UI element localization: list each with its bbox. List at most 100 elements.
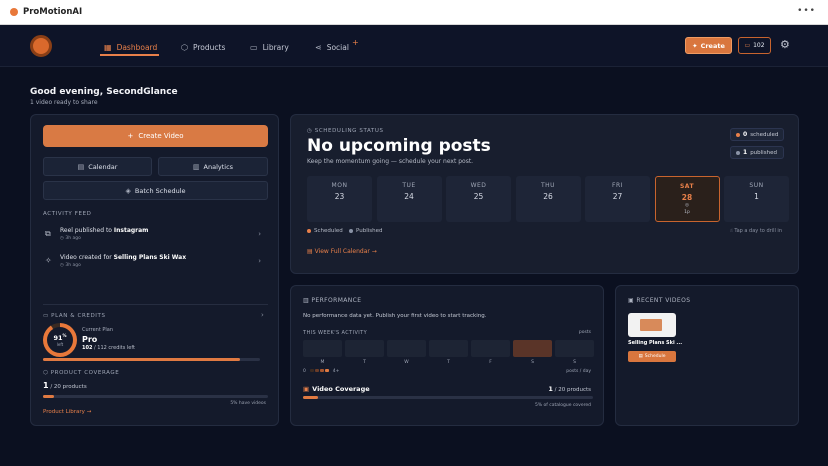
external-link-icon: ⧉ (45, 229, 51, 238)
credits-left-label: left (56, 342, 64, 348)
nav-social[interactable]: ⋖ Social (315, 40, 349, 54)
day-cell-sun[interactable]: SUN 1 (724, 176, 789, 222)
video-coverage-count: 1 / 20 products (548, 385, 591, 393)
activity-scale: 0 4+ (303, 369, 340, 374)
ellipsis-icon[interactable]: ••• (797, 6, 816, 16)
share-icon: ⋖ (315, 42, 322, 52)
activity-day-bar (345, 340, 384, 357)
activity-day-label: F (489, 360, 492, 365)
activity-day-bar (513, 340, 552, 357)
layers-icon: ◈ (125, 186, 131, 195)
day-number: 27 (612, 192, 623, 201)
day-cell-mon[interactable]: MON 23 (307, 176, 372, 222)
activity-day-bar (471, 340, 510, 357)
posts-per-day-label: posts / day (566, 369, 591, 374)
create-video-button[interactable]: + Create Video (43, 125, 268, 147)
video-coverage-progress (303, 396, 593, 399)
activity-day-bar (429, 340, 468, 357)
nav-library[interactable]: ▭ Library (250, 40, 289, 54)
credits-ring: 91% left (43, 323, 77, 357)
video-title: Selling Plans Ski ... (628, 340, 683, 346)
day-name: WED (470, 182, 487, 189)
recent-videos-title: ▣ RECENT VIDEOS (628, 297, 691, 304)
day-cell-tue[interactable]: TUE 24 (376, 176, 442, 222)
coverage-progress (43, 395, 268, 398)
performance-message: No performance data yet. Publish your fi… (303, 313, 487, 319)
create-video-label: Create Video (138, 132, 184, 140)
week-activity-label: THIS WEEK'S ACTIVITY (303, 330, 368, 336)
product-coverage-title: ⬡ PRODUCT COVERAGE (43, 370, 120, 376)
posts-label: posts (578, 330, 591, 335)
credits-badge[interactable]: ▭ 102 (738, 37, 771, 54)
activity-day-label: W (404, 360, 409, 365)
nav-products[interactable]: ⬡ Products (181, 40, 225, 54)
activity-feed-title: ACTIVITY FEED (43, 211, 92, 217)
performance-title: ▥ PERFORMANCE (303, 297, 362, 304)
recent-videos-card: ▣ RECENT VIDEOS Selling Plans Ski ... ▤ S… (615, 285, 799, 426)
day-cell-thu[interactable]: THU 26 (515, 176, 581, 222)
box-icon: ⬡ (181, 42, 188, 52)
day-cell-sat[interactable]: SAT 28 ◎ 1p (654, 176, 720, 222)
grid-icon: ▦ (104, 42, 112, 52)
view-full-calendar-link[interactable]: ▤ View Full Calendar → (307, 248, 377, 255)
day-name: SUN (749, 182, 764, 189)
activity-day-label: S (573, 360, 576, 365)
day-cell-fri[interactable]: FRI 27 (585, 176, 650, 222)
activity-day-label: T (447, 360, 450, 365)
gear-icon[interactable]: ⚙ (780, 38, 790, 51)
calendar-icon: ▤ (638, 354, 643, 359)
day-cell-wed[interactable]: WED 25 (446, 176, 511, 222)
activity-day-label: S (531, 360, 534, 365)
plan-credits: 102 / 112 credits left (82, 345, 136, 351)
day-indicator: ◎ (685, 203, 689, 208)
sparkle-video-icon: ✧ (45, 256, 52, 265)
card-icon: ▭ (744, 42, 751, 49)
scheduled-dot (736, 132, 740, 137)
day-number: 24 (404, 192, 414, 201)
credits-progress (43, 358, 260, 361)
batch-schedule-button[interactable]: ◈ Batch Schedule (43, 181, 268, 200)
nav-library-label: Library (262, 42, 289, 52)
video-thumbnail[interactable] (628, 313, 676, 337)
sparkle-icon: + (352, 38, 359, 47)
box-icon: ⬡ (43, 370, 51, 376)
scheduling-title: No upcoming posts (307, 136, 491, 156)
tap-hint: ☝ Tap a day to drill in (729, 228, 782, 234)
calendar-icon: ▤ (77, 162, 85, 171)
brand-logo-icon[interactable] (30, 35, 52, 57)
scheduling-subtitle: Keep the momentum going — schedule your … (307, 158, 474, 165)
analytics-label: Analytics (203, 162, 234, 171)
activity-text: Video created for Selling Plans Ski Wax (60, 254, 187, 261)
schedule-button[interactable]: ▤ Schedule (628, 351, 676, 362)
bar-chart-icon: ▥ (192, 162, 200, 171)
day-name: FRI (612, 182, 623, 189)
performance-card: ▥ PERFORMANCE No performance data yet. P… (290, 285, 604, 426)
create-button[interactable]: ✦ Create (685, 37, 732, 54)
nav-dashboard[interactable]: ▦ Dashboard (104, 40, 157, 54)
day-number: 1 (754, 192, 759, 201)
coverage-count: 1 / 20 products (43, 381, 87, 390)
activity-day-bar (387, 340, 426, 357)
scheduled-stat: 0 scheduled (730, 128, 784, 141)
analytics-button[interactable]: ▥ Analytics (158, 157, 268, 176)
day-name: TUE (402, 182, 416, 189)
greeting-title: Good evening, SecondGlance (30, 87, 178, 97)
activity-day-label: M (320, 360, 325, 365)
activity-item[interactable]: ✧ Video created for Selling Plans Ski Wa… (45, 254, 267, 276)
calendar-button[interactable]: ▤ Calendar (43, 157, 152, 176)
plan-credits-title[interactable]: ▭ PLAN & CREDITS (43, 313, 106, 319)
chevron-right-icon[interactable]: › (261, 311, 272, 319)
activity-day-label: T (363, 360, 366, 365)
product-library-link[interactable]: Product Library → (43, 409, 91, 415)
window-titlebar: ProMotionAI ••• (0, 0, 828, 25)
nav-dashboard-label: Dashboard (116, 42, 158, 52)
day-name: THU (540, 182, 556, 189)
quick-actions-card: + Create Video ▤ Calendar ▥ Analytics ◈ … (30, 114, 279, 426)
activity-time: ◷ 3h ago (60, 263, 81, 268)
chevron-right-icon: › (258, 257, 261, 265)
activity-item[interactable]: ⧉ Reel published to Instagram ◷ 3h ago › (45, 227, 267, 249)
legend-published: Published (349, 228, 382, 234)
clock-icon: ◷ (307, 128, 315, 134)
day-number: 26 (543, 192, 553, 201)
wand-icon: ✦ (692, 41, 698, 50)
